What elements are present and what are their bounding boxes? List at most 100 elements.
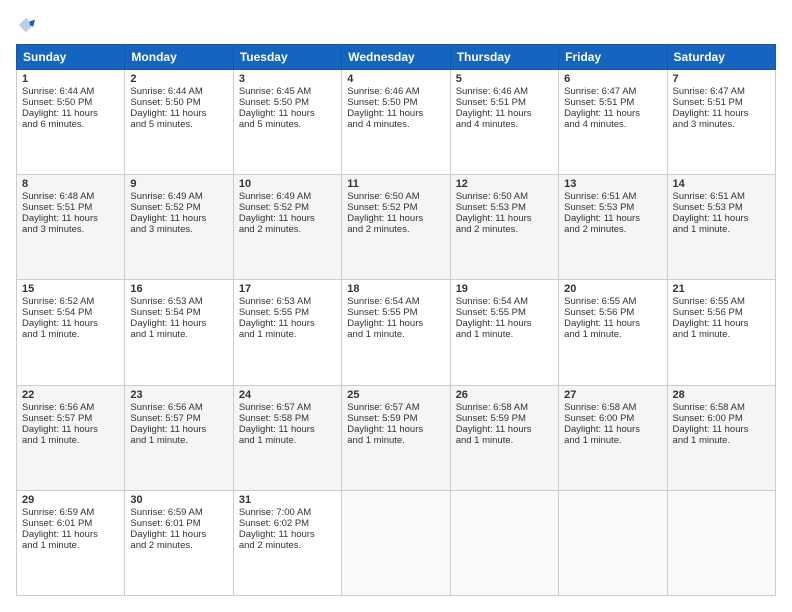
day-info-line: and 3 minutes. bbox=[130, 224, 227, 235]
day-number: 19 bbox=[456, 283, 553, 295]
day-info-line: Sunrise: 6:54 AM bbox=[347, 296, 444, 307]
calendar-table: SundayMondayTuesdayWednesdayThursdayFrid… bbox=[16, 44, 776, 596]
day-number: 14 bbox=[673, 178, 770, 190]
day-number: 27 bbox=[564, 389, 661, 401]
calendar-cell: 24Sunrise: 6:57 AMSunset: 5:58 PMDayligh… bbox=[233, 385, 341, 490]
calendar-cell: 11Sunrise: 6:50 AMSunset: 5:52 PMDayligh… bbox=[342, 175, 450, 280]
day-info-line: Sunset: 5:50 PM bbox=[347, 97, 444, 108]
day-info-line: Sunrise: 6:57 AM bbox=[347, 402, 444, 413]
day-info-line: Daylight: 11 hours bbox=[239, 529, 336, 540]
day-info-line: Sunrise: 6:45 AM bbox=[239, 86, 336, 97]
day-info-line: Sunrise: 6:59 AM bbox=[22, 507, 119, 518]
calendar-cell: 28Sunrise: 6:58 AMSunset: 6:00 PMDayligh… bbox=[667, 385, 775, 490]
calendar-cell bbox=[342, 490, 450, 595]
day-info-line: Daylight: 11 hours bbox=[22, 424, 119, 435]
day-info-line: Sunrise: 6:54 AM bbox=[456, 296, 553, 307]
day-info-line: Sunset: 5:50 PM bbox=[22, 97, 119, 108]
calendar-cell: 4Sunrise: 6:46 AMSunset: 5:50 PMDaylight… bbox=[342, 70, 450, 175]
day-info-line: Daylight: 11 hours bbox=[673, 213, 770, 224]
calendar-cell bbox=[667, 490, 775, 595]
day-info-line: Sunset: 5:50 PM bbox=[239, 97, 336, 108]
day-info-line: Sunset: 6:00 PM bbox=[673, 413, 770, 424]
page: SundayMondayTuesdayWednesdayThursdayFrid… bbox=[0, 0, 792, 612]
day-info-line: Sunset: 6:02 PM bbox=[239, 518, 336, 529]
calendar-cell: 29Sunrise: 6:59 AMSunset: 6:01 PMDayligh… bbox=[17, 490, 125, 595]
calendar-cell: 20Sunrise: 6:55 AMSunset: 5:56 PMDayligh… bbox=[559, 280, 667, 385]
day-info-line: Sunset: 5:53 PM bbox=[456, 202, 553, 213]
day-info-line: Daylight: 11 hours bbox=[22, 213, 119, 224]
day-number: 5 bbox=[456, 73, 553, 85]
day-info-line: Sunrise: 6:47 AM bbox=[564, 86, 661, 97]
calendar-cell: 12Sunrise: 6:50 AMSunset: 5:53 PMDayligh… bbox=[450, 175, 558, 280]
day-info-line: Daylight: 11 hours bbox=[130, 213, 227, 224]
day-number: 21 bbox=[673, 283, 770, 295]
day-info-line: and 1 minute. bbox=[22, 329, 119, 340]
logo-icon bbox=[17, 16, 35, 34]
day-info-line: Sunrise: 6:55 AM bbox=[673, 296, 770, 307]
day-number: 9 bbox=[130, 178, 227, 190]
day-info-line: Sunrise: 6:58 AM bbox=[673, 402, 770, 413]
day-info-line: Sunrise: 7:00 AM bbox=[239, 507, 336, 518]
day-info-line: Sunset: 5:56 PM bbox=[673, 307, 770, 318]
day-number: 17 bbox=[239, 283, 336, 295]
day-info-line: and 1 minute. bbox=[347, 329, 444, 340]
day-number: 13 bbox=[564, 178, 661, 190]
day-number: 31 bbox=[239, 494, 336, 506]
day-info-line: Daylight: 11 hours bbox=[347, 108, 444, 119]
day-info-line: and 1 minute. bbox=[239, 435, 336, 446]
weekday-sunday: Sunday bbox=[17, 45, 125, 70]
day-info-line: and 1 minute. bbox=[673, 224, 770, 235]
day-number: 7 bbox=[673, 73, 770, 85]
day-info-line: and 2 minutes. bbox=[347, 224, 444, 235]
day-info-line: Daylight: 11 hours bbox=[673, 318, 770, 329]
weekday-wednesday: Wednesday bbox=[342, 45, 450, 70]
calendar-cell: 16Sunrise: 6:53 AMSunset: 5:54 PMDayligh… bbox=[125, 280, 233, 385]
day-info-line: Sunset: 5:52 PM bbox=[347, 202, 444, 213]
day-info-line: Sunset: 5:59 PM bbox=[347, 413, 444, 424]
day-number: 25 bbox=[347, 389, 444, 401]
day-info-line: Sunrise: 6:51 AM bbox=[673, 191, 770, 202]
day-info-line: Sunrise: 6:46 AM bbox=[456, 86, 553, 97]
calendar-cell: 27Sunrise: 6:58 AMSunset: 6:00 PMDayligh… bbox=[559, 385, 667, 490]
calendar-cell: 25Sunrise: 6:57 AMSunset: 5:59 PMDayligh… bbox=[342, 385, 450, 490]
day-info-line: and 5 minutes. bbox=[130, 119, 227, 130]
day-info-line: Sunset: 5:51 PM bbox=[673, 97, 770, 108]
calendar-cell: 19Sunrise: 6:54 AMSunset: 5:55 PMDayligh… bbox=[450, 280, 558, 385]
day-number: 26 bbox=[456, 389, 553, 401]
calendar-cell: 14Sunrise: 6:51 AMSunset: 5:53 PMDayligh… bbox=[667, 175, 775, 280]
day-info-line: and 5 minutes. bbox=[239, 119, 336, 130]
day-info-line: Daylight: 11 hours bbox=[564, 213, 661, 224]
day-info-line: Sunset: 5:52 PM bbox=[239, 202, 336, 213]
day-number: 3 bbox=[239, 73, 336, 85]
day-info-line: Daylight: 11 hours bbox=[239, 318, 336, 329]
day-info-line: Sunrise: 6:48 AM bbox=[22, 191, 119, 202]
day-info-line: Sunrise: 6:56 AM bbox=[22, 402, 119, 413]
calendar-cell: 10Sunrise: 6:49 AMSunset: 5:52 PMDayligh… bbox=[233, 175, 341, 280]
day-number: 12 bbox=[456, 178, 553, 190]
day-info-line: Sunrise: 6:57 AM bbox=[239, 402, 336, 413]
calendar-cell: 23Sunrise: 6:56 AMSunset: 5:57 PMDayligh… bbox=[125, 385, 233, 490]
day-info-line: and 2 minutes. bbox=[564, 224, 661, 235]
day-info-line: and 1 minute. bbox=[22, 540, 119, 551]
day-info-line: Daylight: 11 hours bbox=[239, 108, 336, 119]
calendar-cell: 18Sunrise: 6:54 AMSunset: 5:55 PMDayligh… bbox=[342, 280, 450, 385]
day-info-line: Sunset: 6:00 PM bbox=[564, 413, 661, 424]
day-info-line: Daylight: 11 hours bbox=[22, 529, 119, 540]
day-info-line: Daylight: 11 hours bbox=[456, 424, 553, 435]
calendar-cell: 13Sunrise: 6:51 AMSunset: 5:53 PMDayligh… bbox=[559, 175, 667, 280]
day-info-line: Daylight: 11 hours bbox=[456, 108, 553, 119]
calendar-cell: 30Sunrise: 6:59 AMSunset: 6:01 PMDayligh… bbox=[125, 490, 233, 595]
day-info-line: Daylight: 11 hours bbox=[456, 213, 553, 224]
weekday-friday: Friday bbox=[559, 45, 667, 70]
calendar-cell: 7Sunrise: 6:47 AMSunset: 5:51 PMDaylight… bbox=[667, 70, 775, 175]
day-number: 2 bbox=[130, 73, 227, 85]
day-info-line: Sunrise: 6:56 AM bbox=[130, 402, 227, 413]
day-info-line: Daylight: 11 hours bbox=[22, 108, 119, 119]
day-info-line: Daylight: 11 hours bbox=[22, 318, 119, 329]
day-number: 11 bbox=[347, 178, 444, 190]
day-info-line: and 4 minutes. bbox=[564, 119, 661, 130]
day-info-line: Sunset: 5:54 PM bbox=[22, 307, 119, 318]
calendar-cell: 26Sunrise: 6:58 AMSunset: 5:59 PMDayligh… bbox=[450, 385, 558, 490]
day-info-line: and 1 minute. bbox=[22, 435, 119, 446]
day-info-line: and 3 minutes. bbox=[673, 119, 770, 130]
